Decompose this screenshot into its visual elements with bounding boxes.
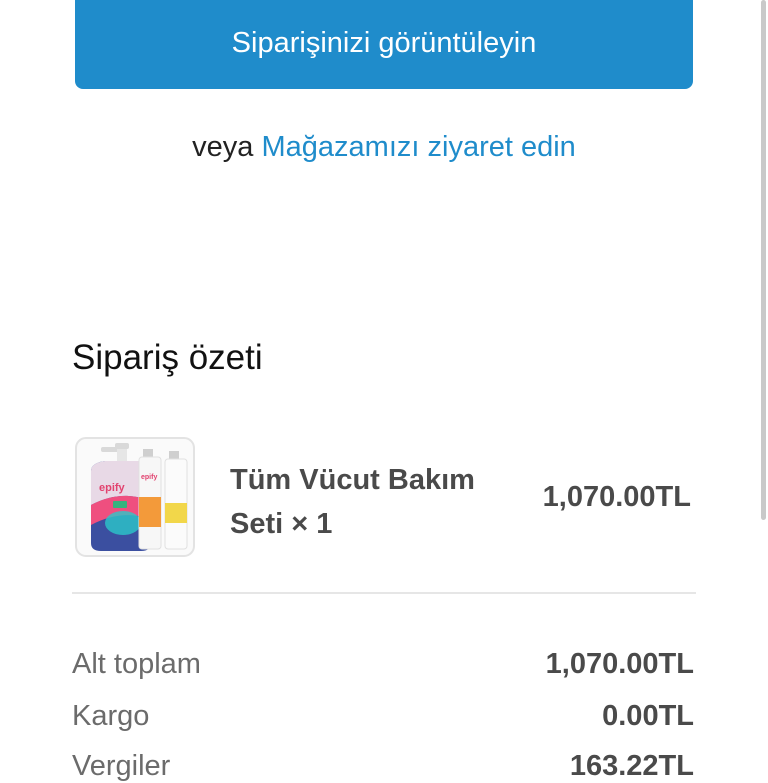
order-summary-title: Sipariş özeti [72, 338, 263, 377]
continue-shopping-line: veya Mağazamızı ziyaret edin [0, 131, 768, 164]
visit-store-link[interactable]: Mağazamızı ziyaret edin [262, 131, 576, 163]
taxes-value: 163.22TL [569, 750, 694, 782]
subtotal-value: 1,070.00TL [545, 648, 694, 680]
or-text: veya [192, 131, 254, 163]
product-thumbnail: epify epify [75, 437, 195, 557]
svg-text:epify: epify [141, 474, 157, 481]
product-quantity: × 1 [291, 508, 333, 540]
shipping-value: 0.00TL [602, 700, 694, 732]
product-title: Tüm Vücut Bakım Seti [230, 464, 475, 540]
shipping-row: Kargo 0.00TL [72, 700, 694, 733]
product-image: epify epify [91, 443, 188, 551]
shipping-label: Kargo [72, 700, 150, 732]
svg-text:epify: epify [99, 482, 126, 494]
view-order-button[interactable]: Siparişinizi görüntüleyin [75, 0, 693, 89]
taxes-row: Vergiler 163.22TL [72, 750, 694, 783]
subtotal-row: Alt toplam 1,070.00TL [72, 648, 694, 681]
summary-divider [72, 592, 696, 594]
view-order-button-label: Siparişinizi görüntüleyin [231, 27, 537, 59]
product-price: 1,070.00TL [542, 481, 691, 513]
scrollbar[interactable] [761, 0, 766, 520]
subtotal-label: Alt toplam [72, 648, 201, 680]
taxes-label: Vergiler [72, 750, 171, 782]
product-name: Tüm Vücut Bakım Seti × 1 [230, 458, 510, 546]
